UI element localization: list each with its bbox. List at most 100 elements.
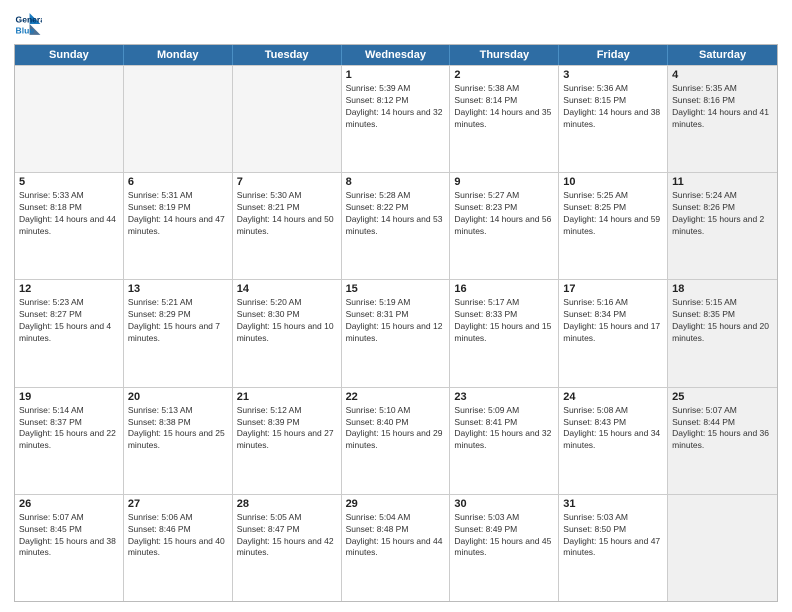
day-cell-9: 9Sunrise: 5:27 AM Sunset: 8:23 PM Daylig… (450, 173, 559, 279)
day-number: 18 (672, 283, 773, 295)
day-cell-21: 21Sunrise: 5:12 AM Sunset: 8:39 PM Dayli… (233, 388, 342, 494)
day-info: Sunrise: 5:03 AM Sunset: 8:50 PM Dayligh… (563, 512, 663, 560)
day-info: Sunrise: 5:14 AM Sunset: 8:37 PM Dayligh… (19, 405, 119, 453)
day-info: Sunrise: 5:06 AM Sunset: 8:46 PM Dayligh… (128, 512, 228, 560)
day-info: Sunrise: 5:13 AM Sunset: 8:38 PM Dayligh… (128, 405, 228, 453)
day-cell-1: 1 Sunrise: 5:39 AM Sunset: 8:12 PM Daylig… (342, 66, 451, 172)
day-of-week-sunday: Sunday (15, 45, 124, 65)
day-cell-3: 3Sunrise: 5:36 AM Sunset: 8:15 PM Daylig… (559, 66, 668, 172)
day-number: 20 (128, 391, 228, 403)
header: General Blue (14, 10, 778, 38)
day-number: 7 (237, 176, 337, 188)
day-info: Sunrise: 5:09 AM Sunset: 8:41 PM Dayligh… (454, 405, 554, 453)
day-number: 8 (346, 176, 446, 188)
empty-cell (233, 66, 342, 172)
day-number: 29 (346, 498, 446, 510)
day-cell-17: 17 Sunrise: 5:16 AM Sunset: 8:34 PM Dayli… (559, 280, 668, 386)
day-number: 27 (128, 498, 228, 510)
day-of-week-thursday: Thursday (450, 45, 559, 65)
day-number: 6 (128, 176, 228, 188)
day-of-week-tuesday: Tuesday (233, 45, 342, 65)
day-number: 4 (672, 69, 773, 81)
day-number: 2 (454, 69, 554, 81)
day-number: 24 (563, 391, 663, 403)
day-cell-2: 2Sunrise: 5:38 AM Sunset: 8:14 PM Daylig… (450, 66, 559, 172)
day-info: Sunrise: 5:05 AM Sunset: 8:47 PM Dayligh… (237, 512, 337, 560)
day-cell-10: 10 Sunrise: 5:25 AM Sunset: 8:25 PM Dayli… (559, 173, 668, 279)
day-number: 15 (346, 283, 446, 295)
day-cell-26: 26Sunrise: 5:07 AM Sunset: 8:45 PM Dayli… (15, 495, 124, 601)
day-number: 17 (563, 283, 663, 295)
day-number: 14 (237, 283, 337, 295)
day-cell-31: 31 Sunrise: 5:03 AM Sunset: 8:50 PM Dayli… (559, 495, 668, 601)
day-cell-22: 22 Sunrise: 5:10 AM Sunset: 8:40 PM Dayli… (342, 388, 451, 494)
day-info: Sunrise: 5:25 AM Sunset: 8:25 PM Dayligh… (563, 190, 663, 238)
day-number: 22 (346, 391, 446, 403)
day-info: Sunrise: 5:24 AM Sunset: 8:26 PM Dayligh… (672, 190, 773, 238)
day-cell-30: 30Sunrise: 5:03 AM Sunset: 8:49 PM Dayli… (450, 495, 559, 601)
day-of-week-wednesday: Wednesday (342, 45, 451, 65)
day-cell-14: 14 Sunrise: 5:20 AM Sunset: 8:30 PM Dayli… (233, 280, 342, 386)
day-cell-12: 12 Sunrise: 5:23 AM Sunset: 8:27 PM Dayli… (15, 280, 124, 386)
day-cell-4: 4Sunrise: 5:35 AM Sunset: 8:16 PM Daylig… (668, 66, 777, 172)
day-cell-23: 23Sunrise: 5:09 AM Sunset: 8:41 PM Dayli… (450, 388, 559, 494)
logo-icon: General Blue (14, 10, 42, 38)
calendar-body: 1 Sunrise: 5:39 AM Sunset: 8:12 PM Daylig… (15, 65, 777, 601)
day-info: Sunrise: 5:20 AM Sunset: 8:30 PM Dayligh… (237, 297, 337, 345)
day-cell-19: 19 Sunrise: 5:14 AM Sunset: 8:37 PM Dayli… (15, 388, 124, 494)
day-number: 31 (563, 498, 663, 510)
calendar-week-3: 12 Sunrise: 5:23 AM Sunset: 8:27 PM Dayli… (15, 279, 777, 386)
day-cell-20: 20 Sunrise: 5:13 AM Sunset: 8:38 PM Dayli… (124, 388, 233, 494)
empty-cell (668, 495, 777, 601)
day-number: 30 (454, 498, 554, 510)
day-info: Sunrise: 5:19 AM Sunset: 8:31 PM Dayligh… (346, 297, 446, 345)
day-cell-16: 16 Sunrise: 5:17 AM Sunset: 8:33 PM Dayli… (450, 280, 559, 386)
day-info: Sunrise: 5:08 AM Sunset: 8:43 PM Dayligh… (563, 405, 663, 453)
day-info: Sunrise: 5:10 AM Sunset: 8:40 PM Dayligh… (346, 405, 446, 453)
day-number: 16 (454, 283, 554, 295)
day-info: Sunrise: 5:33 AM Sunset: 8:18 PM Dayligh… (19, 190, 119, 238)
empty-cell (124, 66, 233, 172)
day-info: Sunrise: 5:16 AM Sunset: 8:34 PM Dayligh… (563, 297, 663, 345)
day-info: Sunrise: 5:15 AM Sunset: 8:35 PM Dayligh… (672, 297, 773, 345)
day-cell-8: 8Sunrise: 5:28 AM Sunset: 8:22 PM Daylig… (342, 173, 451, 279)
day-info: Sunrise: 5:04 AM Sunset: 8:48 PM Dayligh… (346, 512, 446, 560)
day-cell-18: 18 Sunrise: 5:15 AM Sunset: 8:35 PM Dayli… (668, 280, 777, 386)
day-number: 12 (19, 283, 119, 295)
day-info: Sunrise: 5:31 AM Sunset: 8:19 PM Dayligh… (128, 190, 228, 238)
day-info: Sunrise: 5:21 AM Sunset: 8:29 PM Dayligh… (128, 297, 228, 345)
day-of-week-friday: Friday (559, 45, 668, 65)
day-info: Sunrise: 5:39 AM Sunset: 8:12 PM Dayligh… (346, 83, 446, 131)
day-cell-7: 7 Sunrise: 5:30 AM Sunset: 8:21 PM Daylig… (233, 173, 342, 279)
day-cell-27: 27 Sunrise: 5:06 AM Sunset: 8:46 PM Dayli… (124, 495, 233, 601)
day-cell-13: 13Sunrise: 5:21 AM Sunset: 8:29 PM Dayli… (124, 280, 233, 386)
day-cell-24: 24 Sunrise: 5:08 AM Sunset: 8:43 PM Dayli… (559, 388, 668, 494)
day-of-week-saturday: Saturday (668, 45, 777, 65)
day-number: 25 (672, 391, 773, 403)
calendar-header: SundayMondayTuesdayWednesdayThursdayFrid… (15, 45, 777, 65)
calendar-week-1: 1 Sunrise: 5:39 AM Sunset: 8:12 PM Daylig… (15, 65, 777, 172)
day-number: 26 (19, 498, 119, 510)
day-number: 1 (346, 69, 446, 81)
logo: General Blue (14, 10, 46, 38)
day-info: Sunrise: 5:30 AM Sunset: 8:21 PM Dayligh… (237, 190, 337, 238)
calendar: SundayMondayTuesdayWednesdayThursdayFrid… (14, 44, 778, 602)
day-cell-28: 28 Sunrise: 5:05 AM Sunset: 8:47 PM Dayli… (233, 495, 342, 601)
day-of-week-monday: Monday (124, 45, 233, 65)
page: General Blue SundayMondayTuesdayWednesda… (0, 0, 792, 612)
day-number: 10 (563, 176, 663, 188)
day-info: Sunrise: 5:17 AM Sunset: 8:33 PM Dayligh… (454, 297, 554, 345)
day-info: Sunrise: 5:27 AM Sunset: 8:23 PM Dayligh… (454, 190, 554, 238)
day-number: 19 (19, 391, 119, 403)
day-number: 28 (237, 498, 337, 510)
calendar-week-2: 5Sunrise: 5:33 AM Sunset: 8:18 PM Daylig… (15, 172, 777, 279)
day-info: Sunrise: 5:23 AM Sunset: 8:27 PM Dayligh… (19, 297, 119, 345)
day-number: 11 (672, 176, 773, 188)
calendar-week-4: 19 Sunrise: 5:14 AM Sunset: 8:37 PM Dayli… (15, 387, 777, 494)
day-cell-15: 15 Sunrise: 5:19 AM Sunset: 8:31 PM Dayli… (342, 280, 451, 386)
day-number: 3 (563, 69, 663, 81)
svg-text:Blue: Blue (16, 25, 35, 35)
calendar-week-5: 26Sunrise: 5:07 AM Sunset: 8:45 PM Dayli… (15, 494, 777, 601)
day-cell-5: 5Sunrise: 5:33 AM Sunset: 8:18 PM Daylig… (15, 173, 124, 279)
day-cell-11: 11 Sunrise: 5:24 AM Sunset: 8:26 PM Dayli… (668, 173, 777, 279)
